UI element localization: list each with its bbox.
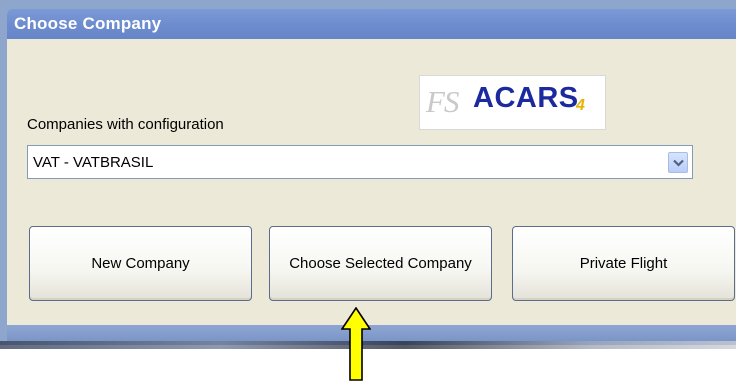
private-flight-button[interactable]: Private Flight	[512, 226, 735, 301]
chevron-down-icon	[673, 159, 684, 167]
arrow-up-icon	[341, 307, 371, 381]
company-select-value: VAT - VATBRASIL	[33, 154, 154, 171]
choose-selected-company-button[interactable]: Choose Selected Company	[269, 226, 492, 301]
title-bar[interactable]: Choose Company	[7, 9, 736, 39]
logo-prefix: FS	[426, 84, 459, 119]
dropdown-button[interactable]	[668, 152, 688, 173]
choose-company-dialog: Choose Company FS ACARS 4 Companies with…	[0, 0, 736, 345]
company-select[interactable]: VAT - VATBRASIL	[27, 145, 693, 179]
fsacars-logo: FS ACARS 4	[419, 75, 606, 130]
logo-version: 4	[576, 97, 585, 114]
window-bottom-border	[7, 325, 736, 341]
companies-label: Companies with configuration	[27, 116, 224, 133]
logo-name: ACARS	[473, 82, 579, 114]
window-title: Choose Company	[14, 14, 162, 33]
new-company-button[interactable]: New Company	[29, 226, 252, 301]
